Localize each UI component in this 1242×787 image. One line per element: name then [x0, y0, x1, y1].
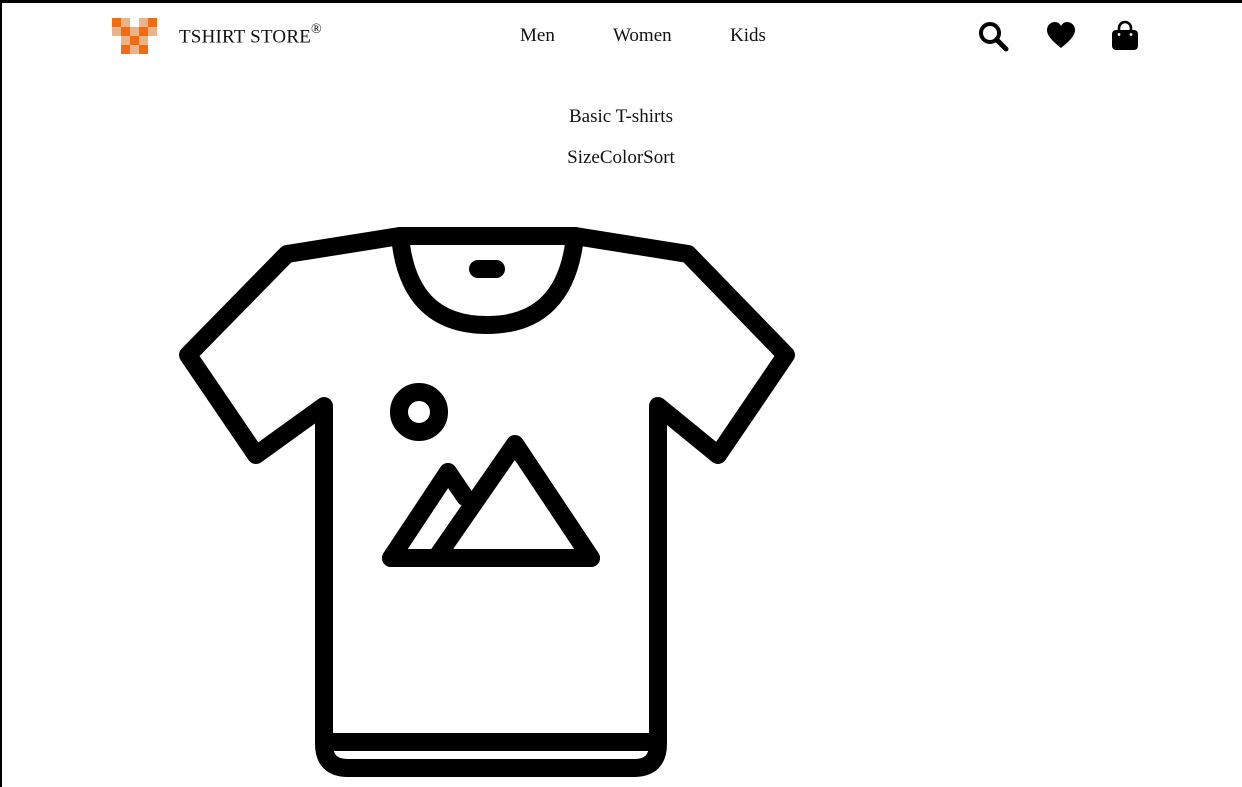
brand-name[interactable]: TSHIRT STORE® — [179, 22, 322, 48]
nav-link-women[interactable]: Women — [613, 25, 672, 47]
shopping-bag-icon — [1112, 20, 1138, 50]
nav-link-men[interactable]: Men — [520, 25, 555, 47]
site-header: TSHIRT STORE® Men Women Kids — [0, 0, 1242, 72]
search-icon — [979, 22, 1009, 52]
search-button[interactable] — [977, 20, 1009, 52]
checkered-logo-icon — [112, 18, 157, 54]
tshirt-image-placeholder-icon — [179, 227, 795, 777]
brand-text: TSHIRT STORE — [179, 26, 311, 48]
cart-button[interactable] — [1109, 20, 1141, 52]
filter-bar: SizeColorSort — [0, 147, 1242, 169]
filter-size[interactable]: Size — [567, 147, 600, 168]
nav-link-kids[interactable]: Kids — [730, 25, 766, 47]
heart-icon — [1047, 22, 1075, 48]
filter-color[interactable]: Color — [600, 147, 643, 168]
filter-sort[interactable]: Sort — [643, 147, 675, 168]
registered-mark: ® — [311, 22, 322, 37]
category-title: Basic T-shirts — [569, 106, 673, 127]
wishlist-button[interactable] — [1045, 20, 1077, 52]
product-image[interactable] — [172, 222, 802, 787]
store-logo[interactable] — [112, 18, 157, 54]
